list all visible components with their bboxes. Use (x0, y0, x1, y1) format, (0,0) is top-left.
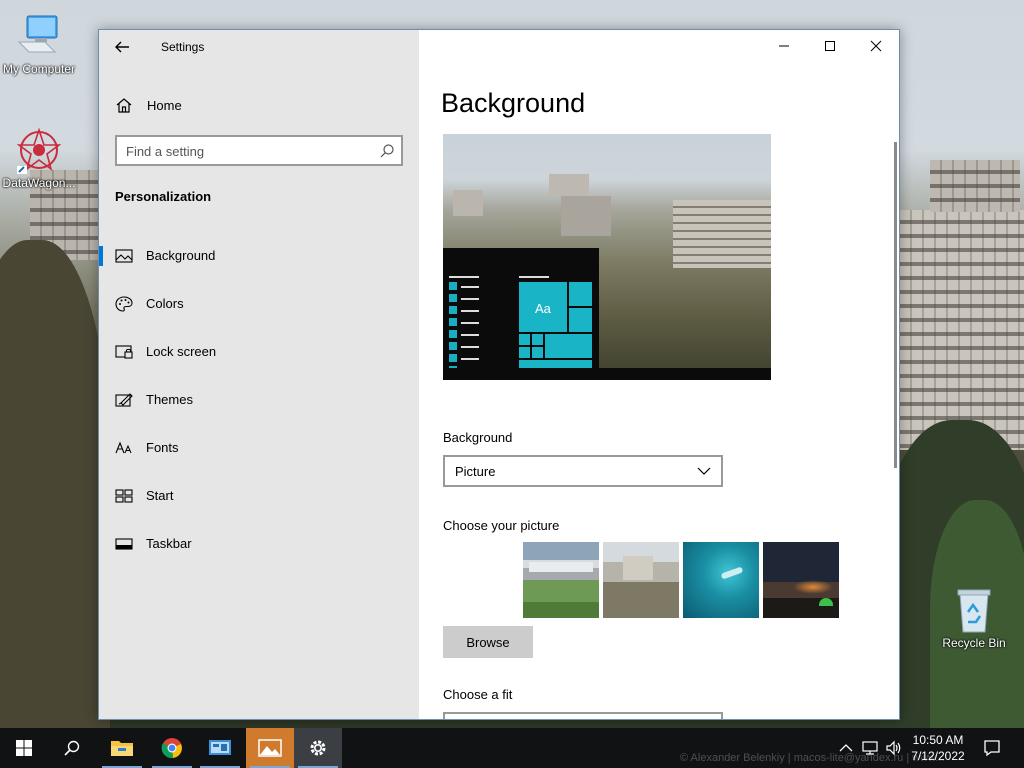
close-button[interactable] (853, 30, 899, 62)
nav-list: Background Colors Lock screen Themes Fon… (99, 232, 419, 568)
home-icon (116, 98, 132, 113)
sidebar-item-label: Lock screen (146, 344, 217, 359)
desktop-icon-my-computer[interactable]: My Computer (0, 12, 78, 76)
clock-time: 10:50 AM (912, 733, 964, 747)
settings-button[interactable] (294, 728, 342, 768)
sidebar: Settings Home Personalization Background… (99, 30, 419, 719)
main-content: Background Aa Background Picture Choose … (419, 30, 899, 719)
sidebar-item-label: Taskbar (146, 536, 192, 551)
desktop-icon-datawagon[interactable]: DataWagon... (0, 126, 78, 190)
recycle-bin-icon (950, 586, 998, 634)
maximize-icon (825, 41, 835, 51)
picture-thumbnail-4[interactable] (763, 542, 839, 618)
sidebar-item-fonts[interactable]: Fonts (99, 424, 419, 472)
picture-icon (115, 249, 133, 263)
chrome-icon (161, 738, 182, 759)
sidebar-item-themes[interactable]: Themes (99, 376, 419, 424)
datawagon-icon (15, 126, 63, 174)
back-arrow-icon[interactable] (113, 38, 135, 56)
sidebar-item-start[interactable]: Start (99, 472, 419, 520)
fit-dropdown[interactable] (443, 712, 723, 719)
notification-icon (984, 740, 1000, 757)
action-center-button[interactable] (982, 738, 1002, 758)
minimize-icon (779, 45, 789, 47)
sidebar-item-background[interactable]: Background (99, 232, 419, 280)
picture-thumbnail-3[interactable] (683, 542, 759, 618)
window-title: Settings (161, 40, 205, 54)
search-input[interactable] (126, 141, 366, 161)
settings-window: Settings Home Personalization Background… (98, 29, 900, 720)
section-heading: Personalization (115, 189, 212, 204)
desktop-icon-recycle-bin[interactable]: Recycle Bin (935, 586, 1013, 650)
close-icon (870, 40, 882, 52)
chevron-down-icon (697, 467, 711, 475)
background-label: Background (443, 430, 513, 445)
search-button[interactable] (48, 728, 96, 768)
sidebar-item-label: Themes (146, 392, 193, 407)
file-explorer-icon (111, 741, 133, 756)
search-icon (64, 740, 80, 756)
preview-taskbar (443, 368, 771, 380)
taskbar-icon (115, 538, 133, 550)
themes-icon (115, 393, 133, 407)
palette-icon (115, 296, 133, 312)
browse-button[interactable]: Browse (443, 626, 533, 658)
control-panel-icon (209, 740, 231, 755)
scrollbar[interactable] (894, 142, 897, 468)
computer-icon (15, 12, 63, 60)
start-button[interactable] (0, 728, 48, 768)
sidebar-item-label: Fonts (146, 440, 179, 455)
choose-picture-label: Choose your picture (443, 518, 560, 533)
maximize-button[interactable] (807, 30, 853, 62)
preview-start-menu: Aa (443, 248, 599, 380)
sidebar-item-label: Start (146, 488, 174, 503)
photos-icon (258, 739, 282, 757)
desktop-icon-label: Recycle Bin (942, 636, 1006, 650)
sidebar-item-colors[interactable]: Colors (99, 280, 419, 328)
sidebar-item-taskbar[interactable]: Taskbar (99, 520, 419, 568)
chrome-button[interactable] (148, 728, 196, 768)
lock-screen-icon (115, 345, 133, 359)
wallpaper-watermark: © Alexander Belenkiy | macos-lite@yandex… (680, 752, 945, 764)
picture-thumbnail-1[interactable] (523, 542, 599, 618)
home-nav-item[interactable]: Home (115, 94, 182, 116)
preview-tile-text: Aa (535, 301, 551, 316)
search-box[interactable] (115, 135, 403, 166)
settings-gear-icon (310, 740, 326, 756)
minimize-button[interactable] (761, 30, 807, 62)
sidebar-item-label: Background (146, 248, 216, 263)
page-title: Background (441, 88, 586, 118)
choose-fit-label: Choose a fit (443, 687, 513, 702)
photos-button[interactable] (246, 728, 294, 768)
dropdown-value: Picture (455, 464, 496, 479)
active-indicator (99, 246, 103, 266)
background-preview: Aa (443, 134, 771, 380)
sidebar-item-label: Colors (146, 296, 184, 311)
control-panel-button[interactable] (196, 728, 244, 768)
file-explorer-button[interactable] (98, 728, 146, 768)
start-icon (115, 489, 133, 503)
desktop-icon-label: My Computer (2, 62, 76, 76)
sidebar-item-lock-screen[interactable]: Lock screen (99, 328, 419, 376)
home-label: Home (147, 97, 182, 113)
background-type-dropdown[interactable]: Picture (443, 455, 723, 487)
windows-logo-icon (16, 740, 32, 756)
fonts-icon (115, 441, 132, 454)
search-icon[interactable] (379, 143, 395, 159)
desktop-icon-label: DataWagon... (2, 176, 76, 190)
picture-thumbnail-2[interactable] (603, 542, 679, 618)
